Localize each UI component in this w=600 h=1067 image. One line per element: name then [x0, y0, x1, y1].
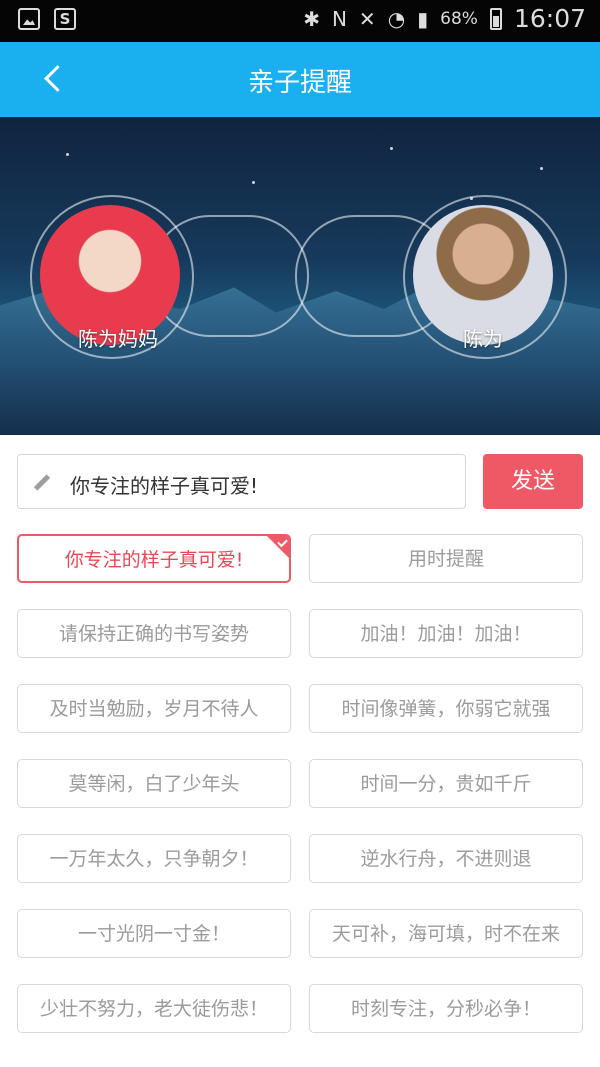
phrase-button[interactable]: 时间一分，贵如千斤	[309, 759, 583, 808]
child-name: 陈为	[463, 327, 503, 351]
phrase-button[interactable]: 莫等闲，白了少年头	[17, 759, 291, 808]
status-left-icons: S	[18, 8, 76, 30]
phrase-button[interactable]: 时间像弹簧，你弱它就强	[309, 684, 583, 733]
nfc-icon: N	[331, 6, 347, 31]
s-notification-icon: S	[54, 8, 76, 30]
signal-icon: ▮	[417, 6, 429, 31]
phrase-label: 请保持正确的书写姿势	[58, 623, 249, 645]
phrase-label: 一寸光阴一寸金！	[77, 923, 230, 945]
phrase-label: 时刻专注，分秒必争！	[350, 998, 541, 1020]
page-title: 亲子提醒	[247, 68, 352, 98]
pencil-icon	[30, 470, 54, 494]
phrase-button[interactable]: 少壮不努力，老大徒伤悲！	[17, 984, 291, 1033]
phrase-button[interactable]: 你专注的样子真可爱!	[17, 534, 291, 583]
message-input-value: 你专注的样子真可爱!	[70, 474, 259, 498]
phrase-button[interactable]: 时刻专注，分秒必争！	[309, 984, 583, 1033]
wifi-icon: ◔	[387, 6, 406, 31]
phrase-button[interactable]: 用时提醒	[309, 534, 583, 583]
phrase-label: 时间像弹簧，你弱它就强	[341, 698, 551, 720]
battery-percent: 68%	[440, 8, 478, 29]
status-right-icons: ✱ N ✕ ◔ ▮ 68% 16:07	[303, 4, 586, 33]
profile-banner: 陈为妈妈 陈为	[0, 117, 600, 435]
gallery-notification-icon	[18, 8, 40, 30]
status-bar: S ✱ N ✕ ◔ ▮ 68% 16:07	[0, 0, 600, 42]
app-bar: 亲子提醒	[0, 42, 600, 117]
phrase-label: 莫等闲，白了少年头	[68, 773, 240, 795]
phrase-button[interactable]: 请保持正确的书写姿势	[17, 609, 291, 658]
phrase-label: 一万年太久，只争朝夕！	[49, 848, 259, 870]
star	[66, 153, 69, 156]
battery-icon	[489, 7, 502, 30]
star	[252, 181, 255, 184]
phrase-label: 你专注的样子真可爱!	[64, 549, 244, 571]
phrase-button[interactable]: 及时当勉励，岁月不待人	[17, 684, 291, 733]
star	[540, 167, 543, 170]
phrase-button[interactable]: 加油！加油！加油！	[309, 609, 583, 658]
phrase-button[interactable]: 逆水行舟，不进则退	[309, 834, 583, 883]
phrase-label: 及时当勉励，岁月不待人	[49, 698, 259, 720]
phrase-label: 加油！加油！加油！	[360, 623, 532, 645]
send-button[interactable]: 发送	[483, 454, 583, 509]
message-input[interactable]: 你专注的样子真可爱!	[17, 454, 466, 509]
phrase-label: 逆水行舟，不进则退	[360, 848, 532, 870]
mute-icon: ✕	[358, 6, 376, 31]
clock: 16:07	[513, 4, 586, 33]
phrase-button[interactable]: 一寸光阴一寸金！	[17, 909, 291, 958]
star	[390, 147, 393, 150]
phrase-button[interactable]: 天可补，海可填，时不在来	[309, 909, 583, 958]
bluetooth-icon: ✱	[303, 6, 320, 31]
phrase-label: 少壮不努力，老大徒伤悲！	[39, 998, 268, 1020]
checkmark-icon	[267, 536, 289, 558]
phrase-label: 时间一分，贵如千斤	[360, 773, 532, 795]
phrase-label: 天可补，海可填，时不在来	[331, 923, 560, 945]
parent-name: 陈为妈妈	[78, 327, 158, 351]
phrase-button[interactable]: 一万年太久，只争朝夕！	[17, 834, 291, 883]
phrase-label: 用时提醒	[407, 548, 484, 570]
